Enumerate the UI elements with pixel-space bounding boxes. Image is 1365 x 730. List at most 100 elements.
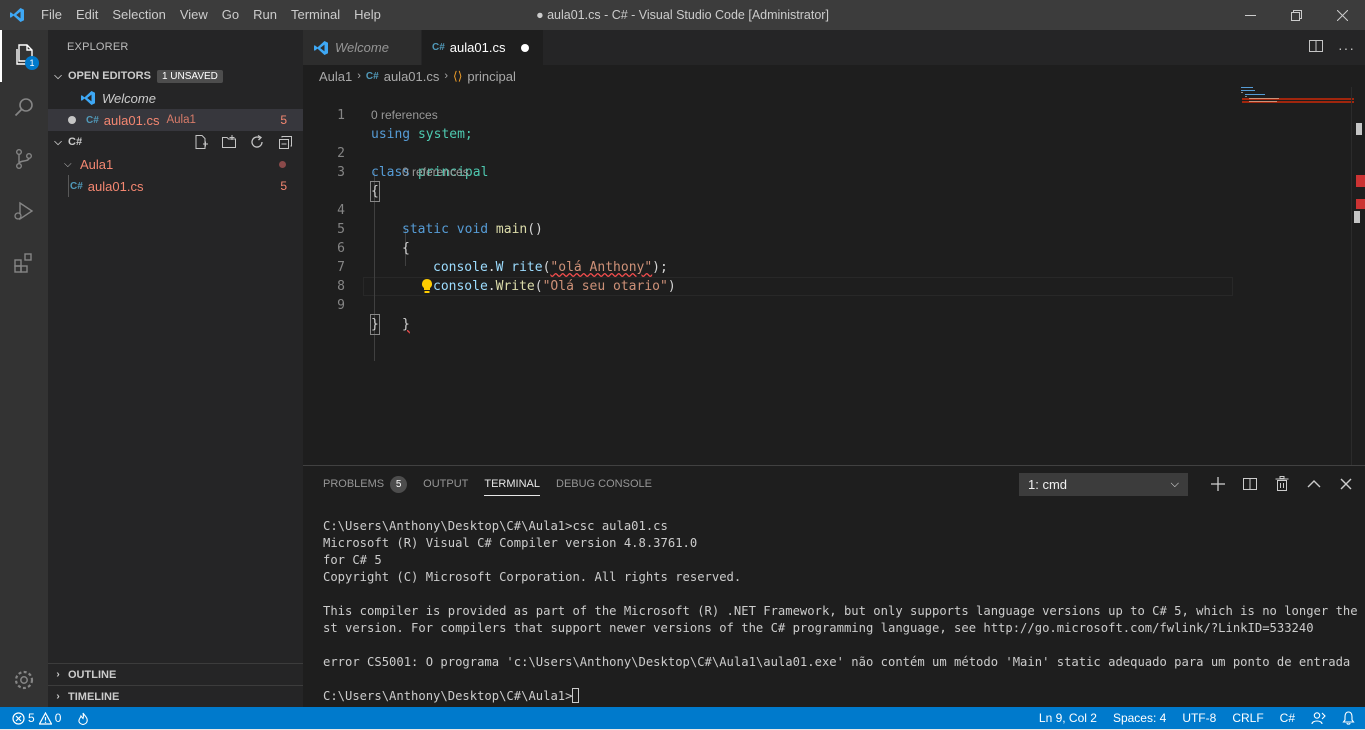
tab-terminal[interactable]: TERMINAL <box>484 472 540 496</box>
tab-label: TERMINAL <box>484 477 540 490</box>
tab-label: DEBUG CONSOLE <box>556 478 652 490</box>
flame-status[interactable] <box>69 707 97 729</box>
panel-tabs: PROBLEMS 5 OUTPUT TERMINAL DEBUG CONSOLE <box>315 466 660 502</box>
refresh-icon[interactable] <box>247 133 267 151</box>
status-right: Ln 9, Col 2 Spaces: 4 UTF-8 CRLF C# <box>1031 707 1365 729</box>
codelens-references[interactable]: 0 references <box>371 106 438 125</box>
codelens-references[interactable]: 0 references <box>402 163 469 182</box>
problem-count: 5 <box>280 179 287 193</box>
tab-label: OUTPUT <box>423 478 469 490</box>
csharp-file-icon: C# <box>365 70 379 82</box>
problems-status[interactable]: 5 0 <box>0 707 69 729</box>
menu-run[interactable]: Run <box>246 0 284 30</box>
language-mode[interactable]: C# <box>1272 707 1303 729</box>
encoding[interactable]: UTF-8 <box>1174 707 1224 729</box>
extensions-button[interactable] <box>0 238 48 290</box>
unsaved-dot-icon <box>68 116 76 124</box>
csharp-file-icon: C# <box>432 42 445 53</box>
chevron-down-icon: ⌵ <box>54 136 62 148</box>
more-actions-icon[interactable]: ··· <box>1338 40 1355 56</box>
run-debug-button[interactable] <box>0 186 48 238</box>
workspace-header[interactable]: ⌵ C# <box>48 131 303 153</box>
tree-indent-guide <box>68 175 69 197</box>
class-symbol-icon: ⟨⟩ <box>453 69 463 83</box>
menu-file[interactable]: File <box>34 0 69 30</box>
new-file-icon[interactable] <box>191 133 211 151</box>
indentation[interactable]: Spaces: 4 <box>1105 707 1174 729</box>
csharp-file-icon: C# <box>86 114 99 126</box>
activity-bar: 1 <box>0 30 48 707</box>
outline-label: OUTLINE <box>68 668 117 681</box>
sidebar-title: EXPLORER <box>67 41 129 53</box>
open-editor-aula01[interactable]: C# aula01.cs Aula1 5 <box>48 109 303 131</box>
menu-go[interactable]: Go <box>215 0 246 30</box>
run-debug-icon <box>12 199 36 226</box>
explorer-button[interactable]: 1 <box>0 30 48 82</box>
unsaved-dot-icon[interactable] <box>521 44 529 52</box>
terminal-select[interactable]: 1: cmd ⌵ <box>1019 473 1188 496</box>
warning-icon <box>38 711 52 725</box>
error-count: 5 <box>28 711 35 725</box>
notifications-status[interactable] <box>1334 707 1365 729</box>
restore-icon[interactable] <box>1273 0 1319 30</box>
gear-icon <box>12 668 36 695</box>
live-share-status[interactable] <box>1303 707 1334 729</box>
chevron-right-icon: › <box>56 691 60 702</box>
tree-file-aula01[interactable]: C# aula01.cs 5 <box>48 175 303 197</box>
manage-button[interactable] <box>0 655 48 707</box>
bell-icon <box>1342 711 1355 725</box>
chevron-right-icon: › <box>444 70 449 82</box>
tab-welcome[interactable]: Welcome <box>303 30 422 65</box>
editor-tab-bar: Welcome C# aula01.cs ··· <box>303 30 1365 65</box>
terminal-output[interactable]: C:\Users\Anthony\Desktop\C#\Aula1>csc au… <box>323 518 1365 705</box>
vscode-file-icon <box>80 90 96 106</box>
tab-debug-console[interactable]: DEBUG CONSOLE <box>556 466 652 502</box>
search-button[interactable] <box>0 82 48 134</box>
tab-label: PROBLEMS <box>323 478 385 490</box>
breadcrumb-folder[interactable]: Aula1 <box>319 69 352 84</box>
cursor-position[interactable]: Ln 9, Col 2 <box>1031 707 1105 729</box>
menu-selection[interactable]: Selection <box>105 0 172 30</box>
source-control-icon <box>12 147 36 174</box>
new-folder-icon[interactable] <box>219 133 239 151</box>
menu-view[interactable]: View <box>173 0 215 30</box>
minimap[interactable] <box>1239 87 1354 465</box>
breadcrumb-symbol[interactable]: principal <box>467 69 515 84</box>
terminal-prompt: C:\Users\Anthony\Desktop\C#\Aula1> <box>323 689 573 703</box>
code-line: 4 static void main() <box>303 182 1233 237</box>
tab-aula01[interactable]: C# aula01.cs <box>422 30 544 65</box>
editor-scrollbar[interactable] <box>1351 87 1365 465</box>
menu-help[interactable]: Help <box>347 0 388 30</box>
open-editor-label: aula01.cs <box>103 112 160 128</box>
end-of-line[interactable]: CRLF <box>1224 707 1271 729</box>
code-editor[interactable]: 1 using system; 0 references 2 class pri… <box>303 87 1365 465</box>
menu-terminal[interactable]: Terminal <box>284 0 347 30</box>
code-line: 9 } <box>303 277 1233 335</box>
minimize-icon[interactable] <box>1227 0 1273 30</box>
problem-dot <box>279 160 286 168</box>
split-editor-icon[interactable] <box>1308 38 1324 57</box>
new-terminal-icon[interactable] <box>1208 475 1227 494</box>
chevron-right-icon: › <box>56 669 60 680</box>
unsaved-badge: 1 UNSAVED <box>156 69 223 83</box>
outline-section[interactable]: › OUTLINE <box>48 663 303 685</box>
close-icon[interactable] <box>1319 0 1365 30</box>
tab-output[interactable]: OUTPUT <box>423 466 468 502</box>
chevron-up-icon[interactable] <box>1304 475 1323 494</box>
tree-folder-aula1[interactable]: ⌵ Aula1 <box>48 153 303 175</box>
timeline-section[interactable]: › TIMELINE <box>48 685 303 707</box>
source-control-button[interactable] <box>0 134 48 186</box>
collapse-all-icon[interactable] <box>275 133 295 151</box>
open-editor-welcome[interactable]: Welcome <box>48 87 303 109</box>
terminal-line: st version. For compilers that support n… <box>323 621 1314 635</box>
open-editors-header[interactable]: ⌵ OPEN EDITORS 1 UNSAVED <box>48 65 303 87</box>
warning-count: 0 <box>54 711 62 725</box>
trash-icon[interactable] <box>1272 475 1291 494</box>
close-panel-icon[interactable] <box>1336 475 1355 494</box>
menu-edit[interactable]: Edit <box>69 0 105 30</box>
terminal-line: This compiler is provided as part of the… <box>323 604 1365 618</box>
terminal-line: Copyright (C) Microsoft Corporation. All… <box>323 570 742 584</box>
tab-problems[interactable]: PROBLEMS 5 <box>323 466 408 502</box>
breadcrumb-file[interactable]: aula01.cs <box>384 69 440 84</box>
split-terminal-icon[interactable] <box>1240 475 1259 494</box>
